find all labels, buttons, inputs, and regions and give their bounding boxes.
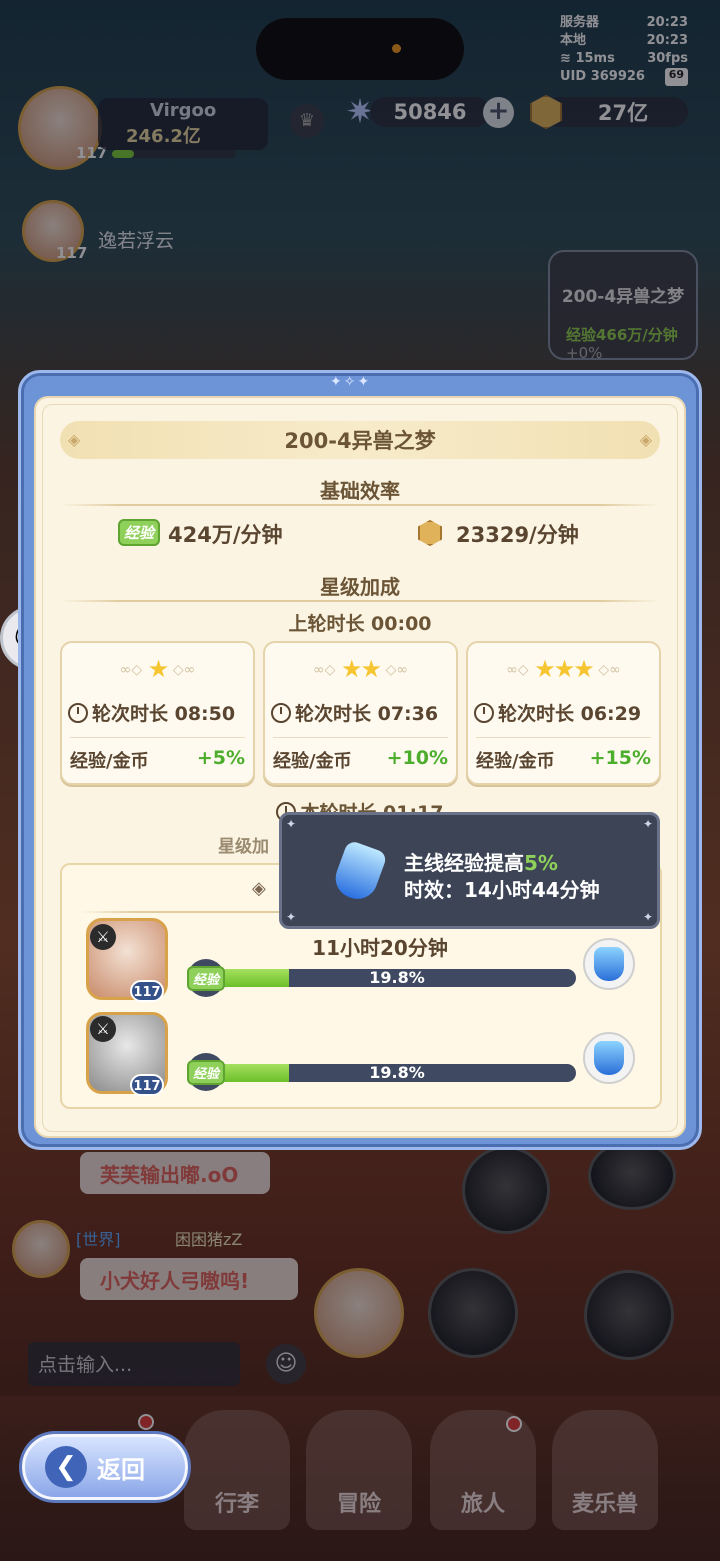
sword-icon: ⚔ [90,924,116,950]
ornament-icon: ◇∞ [598,662,621,678]
bonus-value: +15% [589,747,651,769]
bonus-label: 经验/金币 [70,751,149,772]
exp-badge-circle: 经验 [187,959,225,997]
back-button[interactable]: ❮ 返回 [22,1434,188,1500]
back-label: 返回 [97,1455,145,1484]
diamond-icon: ◈ [68,430,81,449]
corner-ornament-icon: ✦ [643,817,654,831]
exp-badge-label: 经验 [187,1059,225,1085]
exp-potion-button[interactable] [583,938,635,990]
corner-ornament-icon: ✦ [286,910,297,924]
exp-badge-circle: 经验 [187,1053,225,1091]
bonus-label: 经验/金币 [273,751,352,772]
ornament-icon: ◇∞ [385,662,409,678]
exp-badge: 经验 [118,519,161,546]
gold-rate: 23329/分钟 [456,523,579,547]
star-rating: ★ [147,655,169,683]
bonus-value: +5% [196,747,245,769]
clock-icon [474,703,494,723]
tooltip-title-value: 5% [524,851,558,875]
star-tier-card-2: ∞◇ ★★ ◇∞ 轮次时长 07:36 经验/金币 +10% [263,641,458,785]
star-tier-card-3: ∞◇ ★★★ ◇∞ 轮次时长 06:29 经验/金币 +15% [466,641,661,785]
star-rating: ★★ [340,655,382,683]
star-bonus-title: 星级加成 [320,575,400,599]
ornament-icon: ∞◇ [506,662,529,678]
star-tier-card-1: ∞◇ ★ ◇∞ 轮次时长 08:50 经验/金币 +5% [60,641,255,785]
exp-progress-bar: 19.8% [218,1064,576,1082]
star-rating: ★★★ [534,655,595,683]
exp-rate: 424万/分钟 [168,523,283,547]
last-round-duration: 上轮时长 00:00 [288,613,432,635]
clock-icon [68,703,88,723]
back-arrow-icon: ❮ [45,1446,87,1488]
divider [60,504,660,506]
panel-header-icon: ◈ [252,878,266,899]
tooltip-title: 主线经验提高5% [404,847,558,876]
potion-icon [594,1041,624,1075]
dialog-title-bar: ◈ 200-4异兽之梦 ◈ [60,421,660,459]
bonus-label: 经验/金币 [476,751,555,772]
exp-progress-percent: 19.8% [369,1064,425,1082]
hero-level: 117 [130,980,164,1002]
ornament-icon: ∞◇ [119,662,143,678]
corner-ornament-icon: ✦ [286,817,297,831]
potion-icon [594,947,624,981]
ornament-icon: ∞◇ [312,662,336,678]
corner-ornament-icon: ✦ [643,910,654,924]
ornament-icon: ✦✧✦ [330,374,372,390]
ornament-icon: ◇∞ [172,662,196,678]
sword-icon: ⚔ [90,1016,116,1042]
exp-badge-label: 经验 [187,965,225,991]
base-efficiency-title: 基础效率 [320,479,400,503]
exp-progress-percent: 19.8% [369,969,425,987]
diamond-icon: ◈ [639,430,652,449]
exp-progress-bar: 19.8% [218,969,576,987]
star-bonus-note: 星级加 [218,837,269,857]
round-duration: 轮次时长 07:36 [295,703,439,725]
divider [60,600,660,602]
round-duration: 轮次时长 08:50 [92,703,236,725]
hero-level: 117 [130,1074,164,1096]
tooltip-title-prefix: 主线经验提高 [404,851,524,875]
clock-icon [271,703,291,723]
dialog-title: 200-4异兽之梦 [284,429,436,453]
tooltip-duration: 时效：14小时44分钟 [404,878,600,902]
exp-badge-label: 经验 [118,519,161,546]
round-duration: 轮次时长 06:29 [498,703,642,725]
exp-potion-button[interactable] [583,1032,635,1084]
bonus-value: +10% [386,747,448,769]
